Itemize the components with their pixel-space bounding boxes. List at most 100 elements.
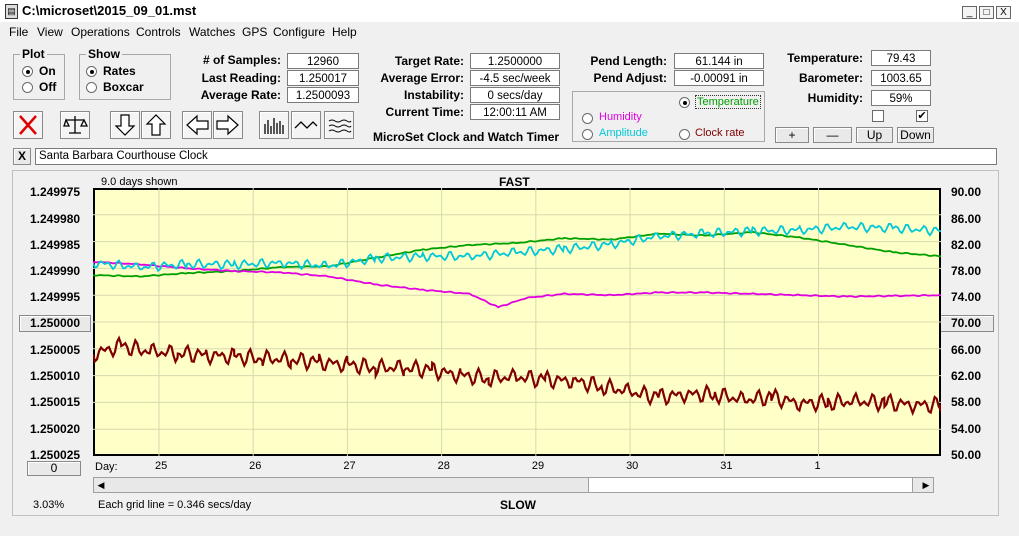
sensor-select-group: Temperature Humidity Amplitude Clock rat… [572,91,765,142]
y-right-tick: 50.00 [951,448,982,462]
check-box-2[interactable]: ✔ [916,110,928,122]
y-right-tick: 66.00 [951,343,982,357]
pend-adjust-label: Pend Adjust: [593,71,667,85]
horizontal-scrollbar[interactable]: ◀ ▶ [93,477,934,493]
y-left-tick: 1.250015 [30,395,81,409]
scroll-thumb[interactable] [588,478,913,492]
plot-off-radio[interactable] [22,82,33,93]
app-icon: ▤ [5,4,18,19]
arrow-up-icon[interactable] [141,111,171,139]
plot-on-radio[interactable] [22,66,33,77]
wave-icon[interactable] [291,111,321,139]
menu-operations[interactable]: Operations [71,25,130,39]
menu-gps[interactable]: GPS [242,25,267,39]
amplitude-radio[interactable] [582,129,593,140]
show-rates-label: Rates [103,64,136,78]
y-right-tick: 58.00 [951,395,982,409]
menu-help[interactable]: Help [332,25,357,39]
maximize-button[interactable]: □ [979,6,994,19]
instability-label: Instability: [403,88,464,102]
menu-file[interactable]: File [9,25,28,39]
show-group: Show Rates Boxcar [79,47,171,100]
temperature-field: 79.43 [871,50,931,66]
x-tick-label: 31 [720,460,733,472]
show-boxcar-radio[interactable] [86,82,97,93]
humidity-label: Humidity: [807,91,863,105]
y-left-tick: 1.250025 [30,448,81,462]
x-axis-label: Day: [95,461,118,473]
y-right-tick: 62.00 [951,369,982,383]
temperature-radio[interactable] [679,97,690,108]
arrow-right-icon[interactable] [213,111,243,139]
arrow-left-icon[interactable] [182,111,212,139]
arrow-down-icon[interactable] [110,111,140,139]
clear-description-button[interactable]: X [13,148,31,165]
scroll-right-icon[interactable]: ▶ [919,478,933,492]
ripple-icon[interactable] [324,111,354,139]
target-rate-field[interactable]: 1.2500000 [470,53,560,69]
y-right-tick: 90.00 [951,185,982,199]
average-rate-field: 1.2500093 [287,87,359,103]
plot-group: Plot On Off [13,47,65,100]
x-tick-label: 27 [343,460,356,472]
bar-graph-icon[interactable] [259,111,289,139]
humidity-radio[interactable] [582,113,593,124]
scale-minus-button[interactable]: — [813,127,852,143]
temperature-option-label: Temperature [695,95,761,109]
clock-rate-radio[interactable] [679,129,690,140]
plot-area[interactable] [93,188,941,456]
clear-x-icon[interactable] [13,111,43,139]
menu-configure[interactable]: Configure [273,25,325,39]
scale-up-button[interactable]: Up [856,127,893,143]
average-error-field: -4.5 sec/week [470,70,560,86]
instability-field: 0 secs/day [470,87,560,103]
right-scale-button[interactable]: 70.00 [938,315,994,332]
barometer-field: 1003.65 [871,70,931,86]
plot-off-label: Off [39,80,57,94]
amplitude-option-label: Amplitude [599,127,648,139]
x-tick-label: 30 [626,460,639,472]
y-left-tick: 1.249995 [30,290,81,304]
menu-controls[interactable]: Controls [136,25,181,39]
window-title: C:\microset\2015_09_01.mst [22,3,197,18]
scroll-left-icon[interactable]: ◀ [94,478,108,492]
current-time-label: Current Time: [385,105,464,119]
y-right-tick: 78.00 [951,264,982,278]
clock-rate-option-label: Clock rate [695,127,745,139]
y-left-tick: 1.249985 [30,238,81,252]
y-left-tick: 1.249975 [30,185,81,199]
scale-plus-button[interactable]: + [775,127,809,143]
last-reading-label: Last Reading: [201,71,281,85]
samples-field: 12960 [287,53,359,69]
temperature-label: Temperature: [787,51,863,65]
center-rate-button[interactable]: 1.250000 [19,315,91,332]
menu-view[interactable]: View [37,25,63,39]
y-left-tick: 1.250010 [30,369,81,383]
plot-group-title: Plot [20,47,47,61]
plot-on-label: On [39,64,56,78]
close-window-button[interactable]: X [996,6,1011,19]
pend-length-label: Pend Length: [590,54,667,68]
balance-scale-icon[interactable] [60,111,90,139]
y-right-tick: 74.00 [951,290,982,304]
menu-watches[interactable]: Watches [189,25,235,39]
last-reading-field: 1.250017 [287,70,359,86]
app-caption: MicroSet Clock and Watch Timer [373,130,560,144]
percent-label: 3.03% [33,499,65,511]
zero-button[interactable]: 0 [27,461,81,476]
fast-label: FAST [499,175,530,189]
y-right-tick: 54.00 [951,422,982,436]
description-input[interactable]: Santa Barbara Courthouse Clock [35,148,997,165]
pend-length-field[interactable]: 61.144 in [674,53,764,69]
y-left-tick: 1.249990 [30,264,81,278]
x-tick-label: 28 [437,460,450,472]
check-box-1[interactable] [872,110,884,122]
slow-label: SLOW [500,498,536,512]
days-shown-label: 9.0 days shown [101,176,178,188]
show-rates-radio[interactable] [86,66,97,77]
y-left-tick: 1.250020 [30,422,81,436]
scale-down-button[interactable]: Down [897,127,934,143]
minimize-button[interactable]: _ [962,6,977,19]
y-right-tick: 82.00 [951,238,982,252]
show-boxcar-label: Boxcar [103,80,144,94]
